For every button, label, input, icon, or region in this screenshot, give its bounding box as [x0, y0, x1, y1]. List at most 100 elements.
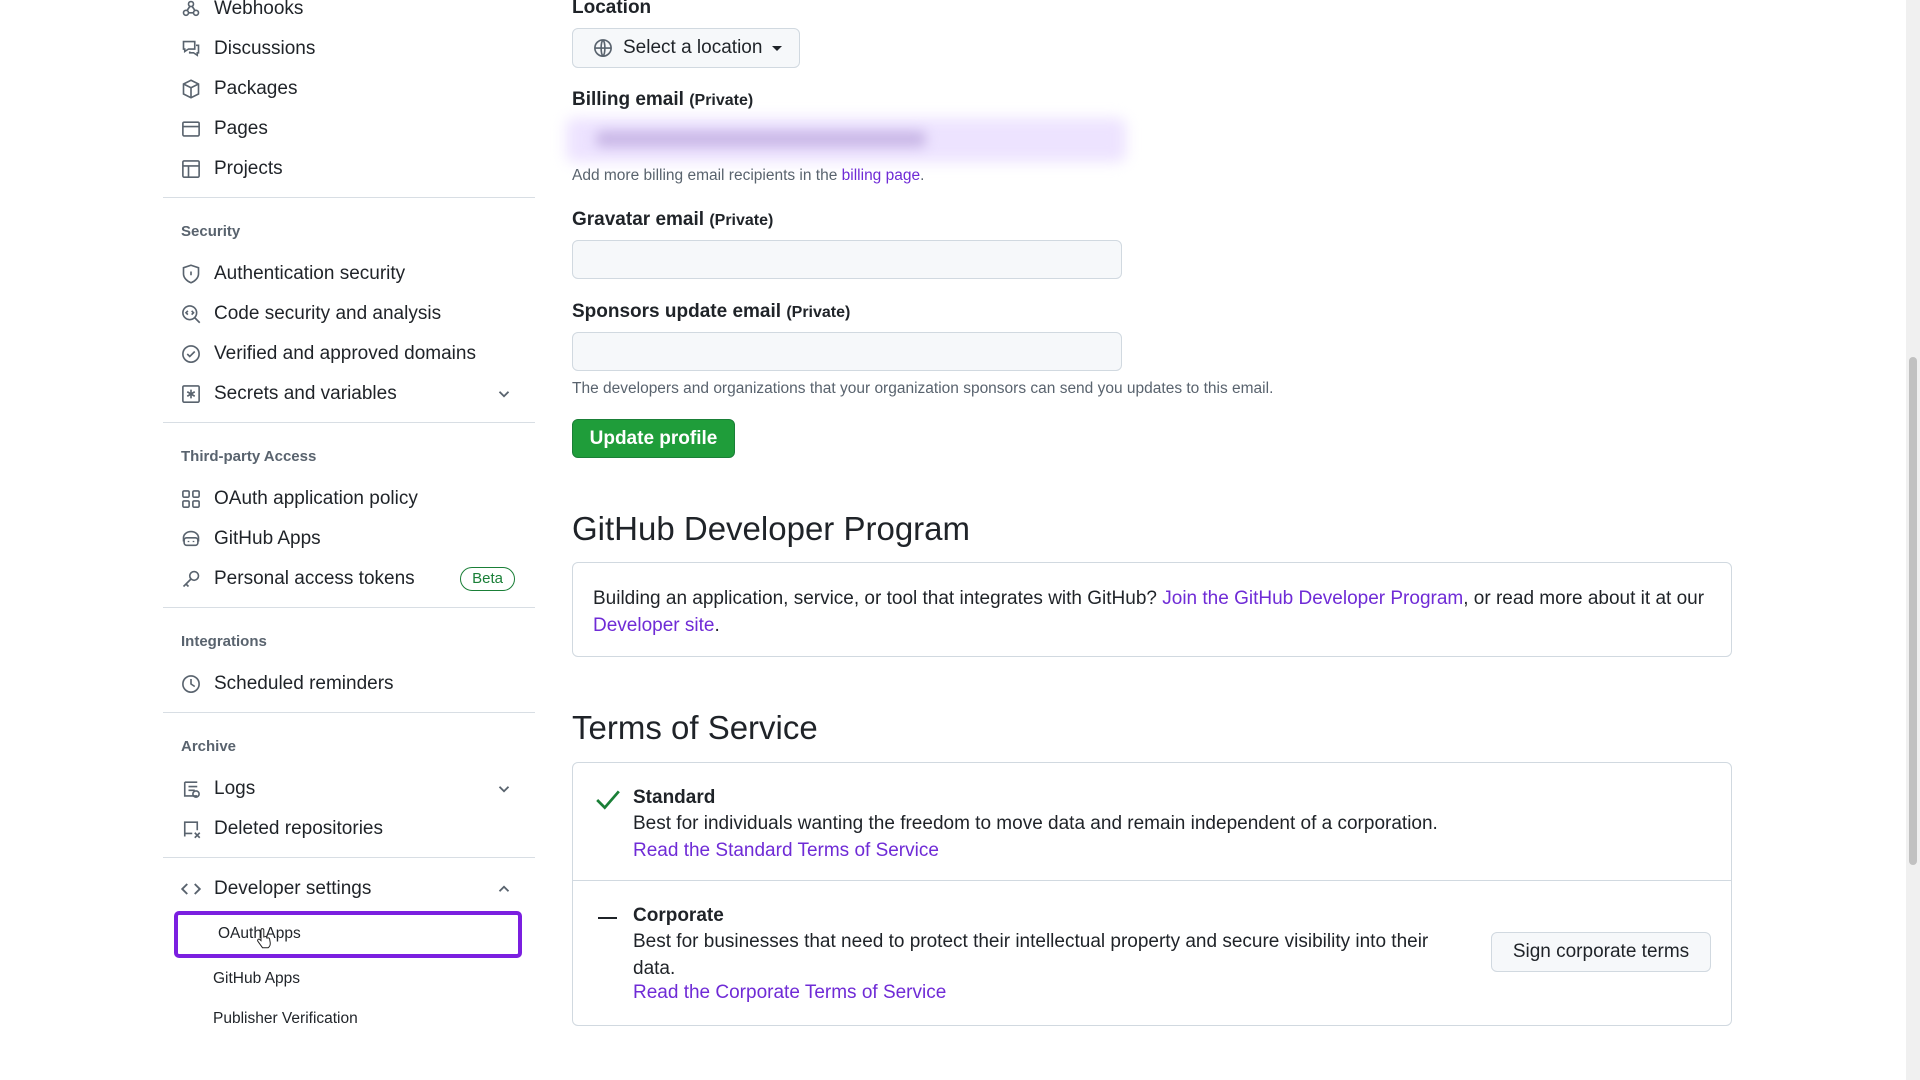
private-tag: (Private) — [689, 92, 754, 109]
verified-icon — [181, 344, 201, 364]
sidebar-item-label: OAuth application policy — [214, 488, 418, 509]
sponsors-email-label: Sponsors update email (Private) — [572, 301, 850, 323]
sidebar-item-label: Scheduled reminders — [214, 673, 394, 694]
section-heading-integrations: Integrations — [181, 633, 267, 650]
update-profile-button[interactable]: Update profile — [572, 419, 735, 458]
billing-note: Add more billing email recipients in the… — [572, 167, 924, 185]
package-icon — [181, 79, 201, 99]
codescan-icon — [181, 304, 201, 324]
tos-corporate-desc: Best for businesses that need to protect… — [633, 931, 1429, 979]
sidebar-item-label: Projects — [214, 158, 283, 179]
sidebar-item-oauth-policy[interactable]: OAuth application policy — [163, 480, 535, 518]
billing-note-suffix: . — [920, 167, 925, 184]
sponsors-email-label-text: Sponsors update email — [572, 301, 782, 322]
sidebar-item-pages[interactable]: Pages — [163, 110, 535, 148]
divider — [163, 712, 535, 713]
sidebar-item-developer-settings[interactable]: Developer settings — [163, 870, 535, 908]
scrollbar-thumb[interactable] — [1909, 357, 1917, 865]
sidebar-item-personal-access-tokens[interactable]: Personal access tokens Beta — [163, 560, 535, 598]
globe-icon — [594, 39, 612, 57]
caret-down-icon — [772, 45, 783, 51]
table-icon — [181, 159, 201, 179]
sponsors-email-input[interactable] — [572, 332, 1122, 371]
sidebar-subitem-publisher-verification[interactable]: Publisher Verification — [213, 1010, 358, 1028]
clock-icon — [181, 674, 201, 694]
corporate-terms-link[interactable]: Read the Corporate Terms of Service — [633, 982, 946, 1004]
sidebar-subitem-github-apps[interactable]: GitHub Apps — [213, 970, 300, 988]
divider — [163, 197, 535, 198]
private-tag: (Private) — [786, 304, 851, 321]
hand-cursor-icon — [257, 928, 271, 949]
sponsors-note: The developers and organizations that yo… — [572, 380, 1274, 397]
sidebar-item-label: Packages — [214, 78, 298, 99]
chevron-down-icon[interactable] — [495, 385, 513, 403]
sidebar-item-label: Personal access tokens — [214, 568, 415, 589]
gravatar-email-input[interactable] — [572, 240, 1122, 279]
sidebar-item-authentication-security[interactable]: Authentication security — [163, 255, 535, 293]
section-heading-security: Security — [181, 223, 241, 240]
tos-standard-row: Standard Best for individuals wanting th… — [573, 763, 1731, 881]
repo-deleted-icon — [181, 819, 201, 839]
divider — [163, 857, 535, 858]
developer-program-text-mid: , or read more about it at our — [1463, 588, 1705, 609]
tos-standard-title: Standard — [633, 787, 716, 808]
terms-of-service-heading: Terms of Service — [572, 709, 818, 746]
sidebar-item-logs[interactable]: Logs — [163, 770, 535, 808]
tos-corporate-title: Corporate — [633, 905, 724, 926]
sidebar-item-packages[interactable]: Packages — [163, 70, 535, 108]
code-icon — [181, 879, 201, 899]
discussions-icon — [181, 39, 201, 59]
sidebar-item-scheduled-reminders[interactable]: Scheduled reminders — [163, 665, 535, 703]
developer-site-link[interactable]: Developer site — [593, 615, 714, 636]
standard-terms-link[interactable]: Read the Standard Terms of Service — [633, 840, 939, 862]
sidebar-item-projects[interactable]: Projects — [163, 150, 535, 188]
billing-email-label-text: Billing email — [572, 89, 684, 110]
tos-standard-desc: Best for individuals wanting the freedom… — [633, 813, 1438, 834]
chevron-down-icon[interactable] — [495, 780, 513, 798]
developer-program-box: Building an application, service, or too… — [572, 562, 1732, 657]
sidebar-item-label: Code security and analysis — [214, 303, 442, 324]
sign-corporate-terms-button[interactable]: Sign corporate terms — [1491, 932, 1711, 972]
tos-corporate-row: Corporate Best for businesses that need … — [573, 881, 1731, 1025]
sidebar-item-secrets-variables[interactable]: Secrets and variables — [163, 375, 535, 413]
select-location-label: Select a location — [623, 37, 763, 58]
billing-page-link[interactable]: billing page — [842, 167, 920, 184]
sidebar-item-label: Deleted repositories — [214, 818, 383, 839]
gravatar-email-label-text: Gravatar email — [572, 209, 705, 230]
sidebar-item-deleted-repositories[interactable]: Deleted repositories — [163, 810, 535, 848]
key-icon — [181, 569, 201, 589]
sidebar-item-github-apps[interactable]: GitHub Apps — [163, 520, 535, 558]
select-location-button[interactable]: Select a location — [572, 28, 800, 68]
sidebar-item-label: Verified and approved domains — [214, 343, 476, 364]
developer-program-text: Building an application, service, or too… — [573, 563, 1731, 639]
page-scrollbar[interactable] — [1906, 0, 1920, 1080]
apps-icon — [181, 489, 201, 509]
dash-icon — [598, 917, 617, 919]
divider — [163, 607, 535, 608]
sidebar-item-webhooks[interactable]: Webhooks — [163, 0, 535, 28]
sidebar-item-label: Webhooks — [214, 0, 304, 19]
webhook-icon — [181, 0, 201, 19]
redacted-email — [596, 131, 926, 147]
sidebar-item-discussions[interactable]: Discussions — [163, 30, 535, 68]
section-heading-archive: Archive — [181, 738, 237, 755]
private-tag: (Private) — [709, 212, 774, 229]
sidebar-item-label: GitHub Apps — [214, 528, 321, 549]
log-icon — [181, 779, 201, 799]
sidebar-item-label: Secrets and variables — [214, 383, 397, 404]
sidebar-item-label: Logs — [214, 778, 256, 799]
sidebar-item-verified-domains[interactable]: Verified and approved domains — [163, 335, 535, 373]
join-developer-program-link[interactable]: Join the GitHub Developer Program — [1162, 588, 1463, 609]
sidebar-item-label: Authentication security — [214, 263, 406, 284]
asterisk-icon — [181, 384, 201, 404]
sidebar-item-label: Discussions — [214, 38, 316, 59]
sidebar-item-code-security[interactable]: Code security and analysis — [163, 295, 535, 333]
browser-icon — [181, 119, 201, 139]
location-label: Location — [572, 0, 652, 18]
developer-program-heading: GitHub Developer Program — [572, 510, 970, 547]
chevron-up-icon[interactable] — [495, 880, 513, 898]
developer-program-text-prefix: Building an application, service, or too… — [593, 588, 1157, 609]
billing-email-label: Billing email (Private) — [572, 89, 753, 111]
terms-of-service-box: Standard Best for individuals wanting th… — [572, 762, 1732, 1026]
sidebar-item-label: Developer settings — [214, 878, 372, 899]
